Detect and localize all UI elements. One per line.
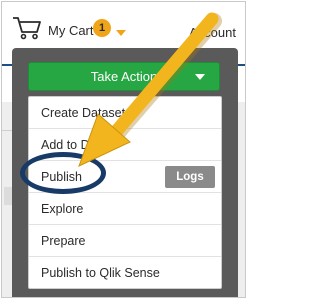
callout-arrow [78, 12, 222, 167]
screenshot-frame: My Cart 1 Account Take Action Create Dat… [1, 1, 246, 298]
arrow-icon [78, 12, 222, 167]
